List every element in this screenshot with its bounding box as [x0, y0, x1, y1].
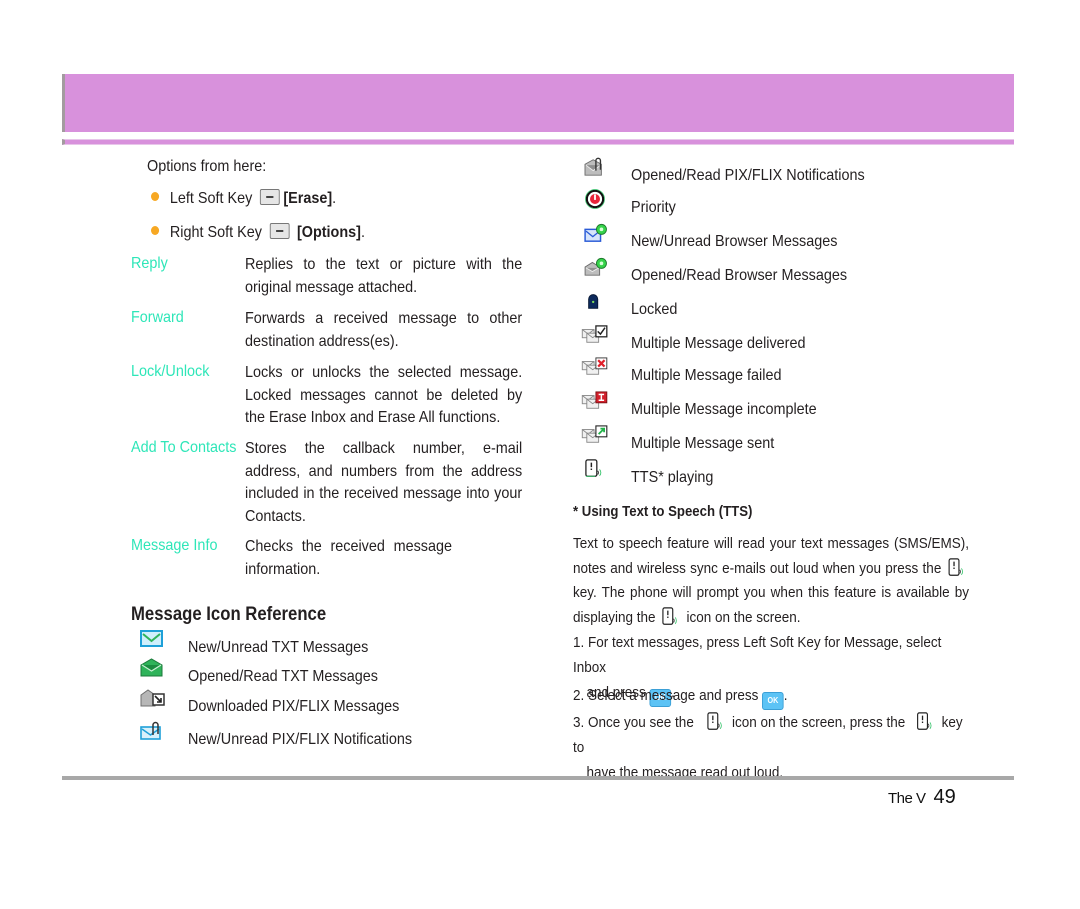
- def-message-info: Checks the received message information.: [245, 538, 452, 578]
- icon-ref-label: New/Unread PIX/FLIX Notifications: [188, 731, 413, 748]
- term-reply: Reply: [131, 255, 168, 272]
- bullet-icon: [151, 226, 160, 235]
- bullet-text: Left Soft Key: [169, 190, 253, 207]
- options-intro: Options from here:: [147, 158, 267, 175]
- multiple-incomplete-icon: [581, 391, 608, 409]
- multiple-failed-icon: [581, 357, 608, 375]
- multiple-delivered-icon: [581, 325, 608, 343]
- step-text: 3. Once you see the: [573, 714, 694, 731]
- bullet-text: Right Soft Key: [169, 224, 262, 241]
- downloaded-pix-flix-icon: [140, 689, 165, 707]
- tts-para-text: Text to speech feature will read your te…: [573, 535, 969, 577]
- ok-key-icon: OK: [762, 692, 784, 710]
- icon-ref-label: Locked: [631, 301, 678, 318]
- opened-read-txt-icon: [140, 658, 163, 677]
- bullet-suffix: .: [360, 224, 365, 241]
- priority-icon: [585, 189, 605, 209]
- bullet-suffix: .: [332, 190, 337, 207]
- term-lock-unlock: Lock/Unlock: [131, 363, 210, 380]
- new-unread-txt-icon: [140, 630, 163, 647]
- tts-step-2: 2. Select a message and press OK.: [573, 683, 969, 710]
- footer-rule: [62, 776, 1014, 780]
- page-footer: The V 49: [888, 786, 956, 809]
- footer-brand: The V: [888, 790, 926, 807]
- step-text: .: [783, 687, 788, 704]
- step-text: have the message read out loud.: [586, 764, 784, 781]
- right-soft-key-icon: [269, 223, 290, 239]
- header-strip: [62, 139, 1014, 145]
- icon-ref-label: Multiple Message failed: [631, 367, 782, 384]
- icon-ref-label: Opened/Read PIX/FLIX Notifications: [631, 167, 865, 184]
- new-unread-browser-icon: [584, 223, 607, 242]
- locked-icon: [588, 294, 599, 309]
- bullet-action: [Options]: [296, 224, 361, 241]
- step-text: 2. Select a message and press: [573, 687, 759, 704]
- term-add-to-contacts: Add To Contacts: [131, 439, 237, 456]
- icon-ref-label: Downloaded PIX/FLIX Messages: [188, 698, 400, 715]
- def-add-to-contacts: Stores the callback number, e-mail addre…: [245, 440, 523, 525]
- icon-ref-label: New/Unread Browser Messages: [631, 233, 838, 250]
- tts-paragraph: Text to speech feature will read your te…: [573, 532, 969, 630]
- term-message-info: Message Info: [131, 537, 218, 554]
- step-text: icon on the screen, press the: [731, 714, 906, 731]
- tts-step-3: 3. Once you see the icon on the screen, …: [573, 710, 969, 785]
- icon-ref-label: New/Unread TXT Messages: [188, 639, 369, 656]
- bullet-right-soft-key: Right Soft Key [Options].: [151, 222, 365, 244]
- bullet-icon: [151, 192, 160, 201]
- tts-icon: [707, 712, 723, 730]
- left-soft-key-icon: [259, 189, 280, 205]
- def-forward: Forwards a received message to other des…: [245, 310, 523, 350]
- term-forward: Forward: [131, 309, 184, 326]
- tts-heading: * Using Text to Speech (TTS): [573, 503, 753, 520]
- bullet-left-soft-key: Left Soft Key [Erase].: [151, 188, 336, 210]
- icon-ref-label: Multiple Message delivered: [631, 335, 806, 352]
- icon-ref-label: Priority: [631, 199, 676, 216]
- def-lock-unlock: Locks or unlocks the selected message. L…: [245, 364, 523, 426]
- icon-ref-label: Multiple Message sent: [631, 435, 775, 452]
- icon-ref-label: Opened/Read TXT Messages: [188, 668, 378, 685]
- section-title: Message Icon Reference: [131, 604, 327, 625]
- tts-para-text: icon on the screen.: [686, 608, 801, 626]
- page-number: 49: [933, 786, 956, 808]
- tts-icon: [662, 606, 677, 625]
- tts-key-icon: [917, 712, 932, 730]
- icon-ref-label: TTS* playing: [631, 469, 714, 486]
- bullet-action: [Erase]: [283, 190, 333, 207]
- tts-key-icon: [948, 557, 963, 576]
- icon-ref-label: Multiple Message incomplete: [631, 401, 817, 418]
- icon-ref-label: Opened/Read Browser Messages: [631, 267, 848, 284]
- def-reply: Replies to the text or picture with the …: [245, 256, 523, 296]
- opened-read-pix-flix-notification-icon: [584, 157, 602, 176]
- multiple-sent-icon: [581, 425, 608, 443]
- step-text: 1. For text messages, press Left Soft Ke…: [573, 634, 942, 676]
- tts-playing-icon: [585, 459, 602, 477]
- opened-read-browser-icon: [584, 257, 607, 276]
- new-unread-pix-flix-notification-icon: [140, 721, 161, 740]
- header-banner: [62, 74, 1014, 132]
